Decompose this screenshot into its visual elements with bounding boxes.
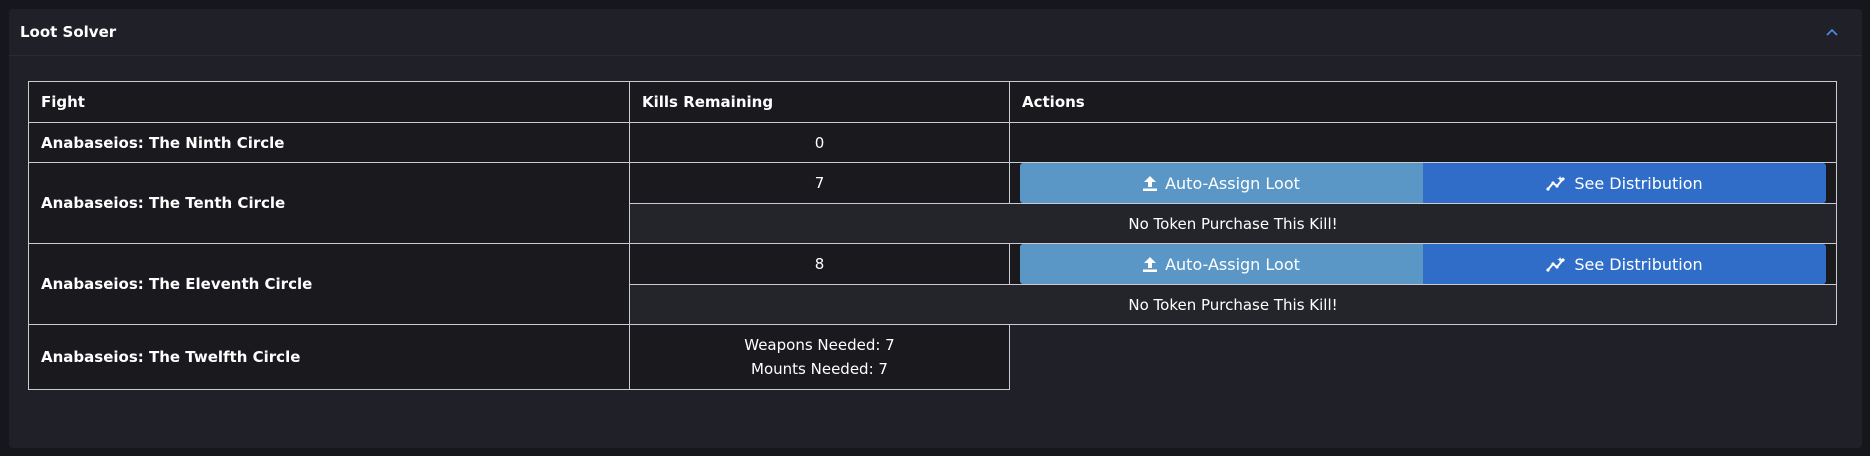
- panel-title: Loot Solver: [20, 23, 117, 41]
- fight-name: Anabaseios: The Ninth Circle: [28, 122, 630, 163]
- panel-header[interactable]: Loot Solver: [9, 9, 1862, 56]
- mounts-needed: Mounts Needed: 7: [751, 360, 888, 378]
- loot-solver-panel: Loot Solver Fight Kills Remaining Action…: [9, 9, 1862, 448]
- see-distribution-label: See Distribution: [1574, 254, 1703, 274]
- token-purchase-note: No Token Purchase This Kill!: [629, 203, 1837, 244]
- see-distribution-button[interactable]: See Distribution: [1423, 163, 1826, 203]
- table-row: Anabaseios: The Twelfth Circle Weapons N…: [28, 324, 1837, 390]
- chart-line-icon: [1546, 257, 1565, 272]
- token-purchase-note: No Token Purchase This Kill!: [629, 284, 1837, 325]
- upload-icon: [1143, 175, 1158, 191]
- auto-assign-loot-label: Auto-Assign Loot: [1165, 254, 1300, 274]
- column-header-fight: Fight: [28, 81, 630, 123]
- table-row: Anabaseios: The Tenth Circle 7 Auto-Assi…: [28, 162, 1837, 244]
- action-button-group: Auto-Assign Loot See Distribution: [1020, 163, 1826, 203]
- actions-cell: Auto-Assign Loot See Distribution: [1009, 243, 1837, 285]
- chevron-up-icon[interactable]: [1820, 20, 1844, 44]
- table-row: Anabaseios: The Eleventh Circle 8 Auto-A…: [28, 243, 1837, 325]
- kills-remaining: 8: [629, 243, 1010, 285]
- action-button-group: Auto-Assign Loot See Distribution: [1020, 244, 1826, 284]
- kills-remaining: Weapons Needed: 7 Mounts Needed: 7: [629, 324, 1010, 390]
- actions-cell: Auto-Assign Loot See Distribution: [1009, 162, 1837, 204]
- auto-assign-loot-button[interactable]: Auto-Assign Loot: [1020, 163, 1423, 203]
- kills-remaining: 0: [629, 122, 1010, 163]
- upload-icon: [1143, 256, 1158, 272]
- fight-name: Anabaseios: The Tenth Circle: [28, 162, 630, 244]
- actions-cell: [1009, 324, 1837, 390]
- weapons-needed: Weapons Needed: 7: [744, 336, 895, 354]
- table-header-row: Fight Kills Remaining Actions: [28, 81, 1837, 123]
- actions-cell: [1009, 122, 1837, 163]
- column-header-kills-remaining: Kills Remaining: [629, 81, 1010, 123]
- table-row: Anabaseios: The Ninth Circle 0: [28, 122, 1837, 163]
- fight-name: Anabaseios: The Eleventh Circle: [28, 243, 630, 325]
- column-header-actions: Actions: [1009, 81, 1837, 123]
- chart-line-icon: [1546, 176, 1565, 191]
- loot-table: Fight Kills Remaining Actions Anabaseios…: [28, 81, 1837, 390]
- auto-assign-loot-label: Auto-Assign Loot: [1165, 173, 1300, 193]
- kills-remaining: 7: [629, 162, 1010, 204]
- see-distribution-button[interactable]: See Distribution: [1423, 244, 1826, 284]
- auto-assign-loot-button[interactable]: Auto-Assign Loot: [1020, 244, 1423, 284]
- fight-name: Anabaseios: The Twelfth Circle: [28, 324, 630, 390]
- see-distribution-label: See Distribution: [1574, 173, 1703, 193]
